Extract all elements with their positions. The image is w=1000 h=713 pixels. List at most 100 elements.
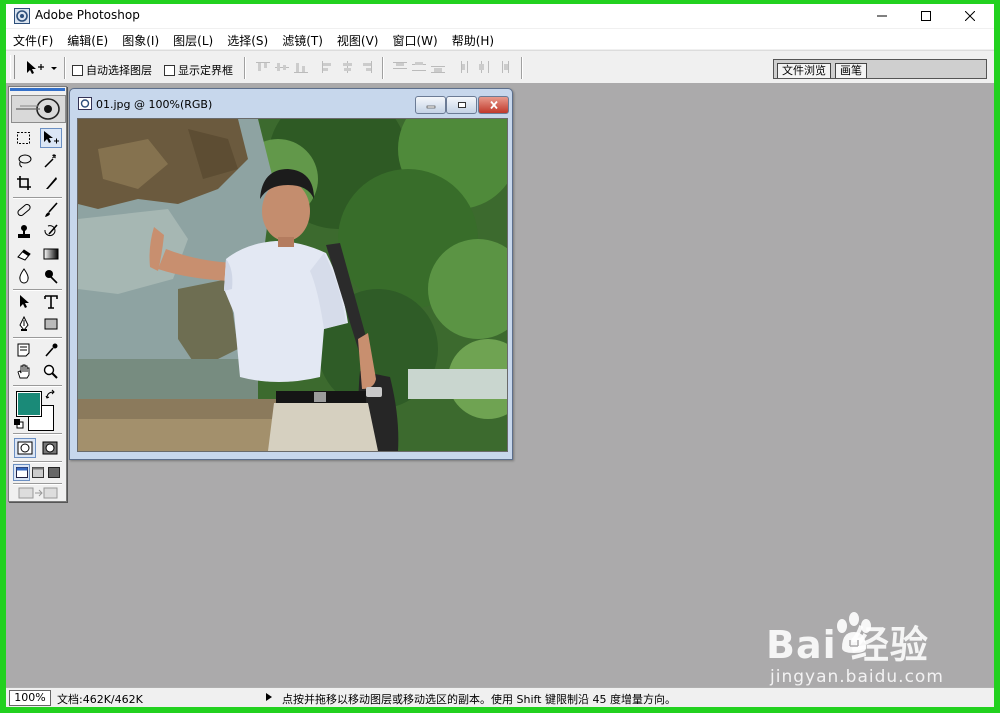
image-canvas[interactable] bbox=[77, 118, 508, 452]
pen-tool[interactable] bbox=[13, 314, 35, 334]
menu-filter[interactable]: 滤镜(T) bbox=[275, 29, 330, 49]
align-bottom-icon[interactable] bbox=[293, 60, 309, 74]
menu-window[interactable]: 窗口(W) bbox=[385, 29, 444, 49]
eraser-tool[interactable] bbox=[13, 244, 35, 264]
swap-colors-icon[interactable] bbox=[45, 389, 57, 401]
quick-mask-icon bbox=[42, 441, 58, 455]
gradient-tool[interactable] bbox=[40, 244, 62, 264]
full-screen-menu-mode-button[interactable] bbox=[30, 464, 46, 480]
menu-edit[interactable]: 编辑(E) bbox=[60, 29, 115, 49]
align-vertical-center-icon[interactable] bbox=[274, 60, 290, 74]
history-brush-tool[interactable] bbox=[40, 222, 62, 242]
maximize-icon bbox=[921, 11, 931, 21]
auto-select-layer-label: 自动选择图层 bbox=[86, 64, 152, 77]
align-horizontal-center-icon[interactable] bbox=[339, 60, 355, 74]
full-screen-mode-button[interactable] bbox=[46, 464, 62, 480]
auto-select-layer-checkbox[interactable] bbox=[72, 64, 83, 76]
options-separator bbox=[244, 57, 246, 79]
quick-mask-mode-button[interactable] bbox=[39, 438, 61, 458]
toolbox bbox=[8, 86, 67, 502]
menu-file[interactable]: 文件(F) bbox=[6, 29, 60, 49]
menu-view[interactable]: 视图(V) bbox=[330, 29, 386, 49]
brushes-tab[interactable]: 画笔 bbox=[835, 63, 867, 78]
align-top-icon[interactable] bbox=[255, 60, 271, 74]
align-right-icon[interactable] bbox=[358, 60, 374, 74]
toolbox-divider bbox=[13, 461, 62, 463]
crop-tool[interactable] bbox=[13, 173, 35, 193]
type-tool[interactable] bbox=[40, 292, 62, 312]
tool-hint-text: 点按并拖移以移动图层或移动选区的副本。使用 Shift 键限制沿 45 度增量方… bbox=[282, 693, 676, 706]
distribute-bottom-icon[interactable] bbox=[430, 60, 446, 74]
eyedropper-tool[interactable] bbox=[40, 340, 62, 360]
toolbox-divider bbox=[13, 337, 62, 339]
screen-mode-standard-icon bbox=[15, 467, 28, 478]
close-button[interactable] bbox=[948, 4, 992, 28]
imageready-icon bbox=[18, 487, 58, 498]
paintbrush-icon bbox=[45, 202, 58, 217]
document-close-button[interactable] bbox=[478, 96, 509, 114]
slice-knife-icon bbox=[46, 177, 57, 189]
menu-bar: 文件(F) 编辑(E) 图象(I) 图层(L) 选择(S) 滤镜(T) 视图(V… bbox=[6, 29, 994, 49]
zoom-level-field[interactable]: 100% bbox=[9, 690, 51, 706]
lasso-icon bbox=[18, 154, 32, 168]
healing-brush-tool[interactable] bbox=[13, 200, 35, 220]
toolbox-title-bar[interactable] bbox=[10, 88, 65, 91]
distribute-horizontal-center-icon[interactable] bbox=[477, 60, 493, 74]
photo-man-in-park bbox=[78, 119, 507, 451]
minimize-button[interactable] bbox=[860, 4, 904, 28]
path-selection-tool[interactable] bbox=[13, 292, 35, 312]
default-colors-icon[interactable] bbox=[13, 418, 24, 429]
auto-select-layer-option[interactable]: 自动选择图层 bbox=[72, 62, 152, 78]
hand-tool[interactable] bbox=[13, 362, 35, 382]
toolbox-divider bbox=[13, 433, 62, 435]
note-icon bbox=[17, 343, 30, 357]
shape-tool[interactable] bbox=[40, 314, 62, 334]
slice-tool[interactable] bbox=[40, 173, 62, 193]
distribute-right-icon[interactable] bbox=[496, 60, 512, 74]
jump-to-imageready-button[interactable] bbox=[17, 484, 59, 500]
status-bar: 100% 文档:462K/462K 点按并拖移以移动图层或移动选区的副本。使用 … bbox=[6, 687, 994, 707]
document-restore-button[interactable] bbox=[446, 96, 477, 114]
show-bounding-box-option[interactable]: 显示定界框 bbox=[164, 62, 233, 78]
status-menu-arrow-icon[interactable] bbox=[266, 693, 272, 701]
document-minimize-button[interactable] bbox=[415, 96, 446, 114]
align-left-icon[interactable] bbox=[320, 60, 336, 74]
standard-mode-button[interactable] bbox=[14, 438, 36, 458]
file-browser-tab[interactable]: 文件浏览 bbox=[777, 63, 831, 78]
marquee-tool[interactable] bbox=[13, 128, 35, 148]
standard-screen-mode-button[interactable] bbox=[13, 464, 30, 481]
tool-preset-picker[interactable] bbox=[24, 59, 60, 77]
foreground-color-swatch[interactable] bbox=[16, 391, 42, 417]
lasso-tool[interactable] bbox=[13, 151, 35, 171]
distribute-vertical-center-icon[interactable] bbox=[411, 60, 427, 74]
rectangular-marquee-icon bbox=[17, 132, 30, 144]
adobe-online-button[interactable] bbox=[11, 95, 66, 123]
brush-tool[interactable] bbox=[40, 200, 62, 220]
menu-help[interactable]: 帮助(H) bbox=[445, 29, 501, 49]
maximize-button[interactable] bbox=[904, 4, 948, 28]
menu-layer[interactable]: 图层(L) bbox=[166, 29, 220, 49]
menu-image[interactable]: 图象(I) bbox=[115, 29, 166, 49]
palette-well: 文件浏览 画笔 bbox=[773, 59, 987, 79]
document-title-bar[interactable]: 01.jpg @ 100%(RGB) bbox=[70, 89, 512, 117]
magic-wand-tool[interactable] bbox=[40, 151, 62, 171]
show-bounding-box-checkbox[interactable] bbox=[164, 64, 175, 76]
zoom-tool[interactable] bbox=[40, 362, 62, 382]
options-bar: 自动选择图层 显示定界框 文件浏览 画笔 bbox=[6, 50, 994, 85]
distribute-left-icon[interactable] bbox=[458, 60, 474, 74]
options-bar-grip[interactable] bbox=[10, 55, 15, 79]
move-tool[interactable] bbox=[40, 128, 62, 148]
document-title: 01.jpg @ 100%(RGB) bbox=[96, 98, 213, 111]
notes-tool[interactable] bbox=[13, 340, 35, 360]
dodge-tool[interactable] bbox=[40, 266, 62, 286]
magnifier-icon bbox=[43, 364, 58, 379]
magic-wand-icon bbox=[44, 154, 56, 168]
distribute-top-icon[interactable] bbox=[392, 60, 408, 74]
menu-select[interactable]: 选择(S) bbox=[220, 29, 275, 49]
blur-tool[interactable] bbox=[13, 266, 35, 286]
text-t-icon bbox=[44, 295, 58, 309]
photoshop-app-icon bbox=[14, 8, 30, 24]
history-brush-icon bbox=[44, 224, 58, 237]
clone-stamp-tool[interactable] bbox=[13, 222, 35, 242]
document-size-info[interactable]: 文档:462K/462K bbox=[57, 691, 143, 707]
